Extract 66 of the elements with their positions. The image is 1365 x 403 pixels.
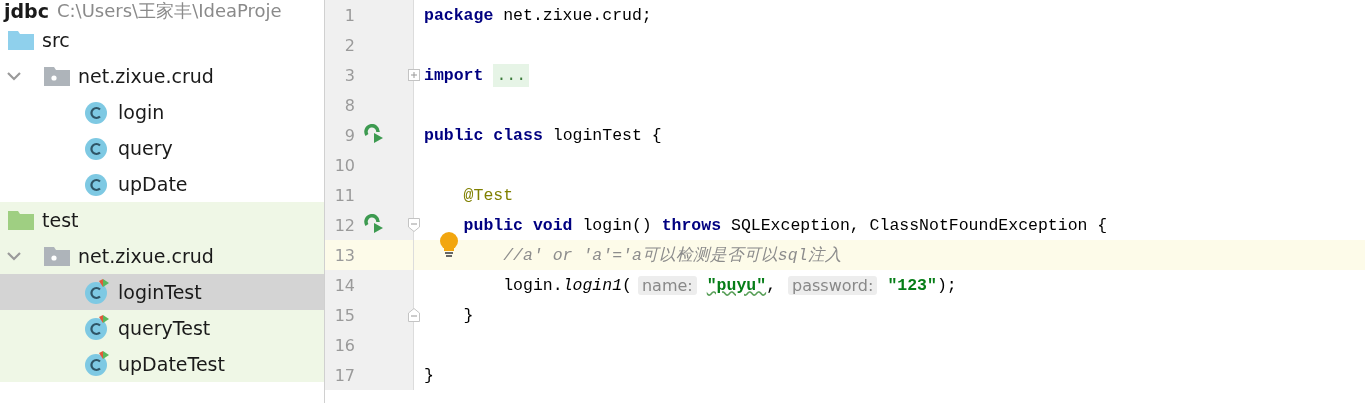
line-number: 17 xyxy=(333,365,355,385)
code-text: } xyxy=(424,365,434,385)
line-number: 15 xyxy=(333,305,355,325)
chevron-icon[interactable] xyxy=(6,70,22,82)
folder-icon xyxy=(8,30,34,50)
keyword: import xyxy=(424,65,484,85)
line-number: 16 xyxy=(333,335,355,355)
line-number: 2 xyxy=(343,35,355,55)
lightbulb-icon[interactable] xyxy=(438,231,460,257)
project-path: C:\Users\王家丰\IdeaProje xyxy=(57,0,282,23)
code-text: loginTest { xyxy=(551,125,662,145)
tree-item[interactable]: loginTest xyxy=(0,274,324,310)
code-text: ( xyxy=(622,275,632,295)
test-class-icon xyxy=(84,315,110,341)
code-text: login() xyxy=(581,215,653,235)
code-text: net.zixue.crud; xyxy=(502,5,652,25)
tree-item[interactable]: login xyxy=(0,94,324,130)
folder-icon xyxy=(8,210,34,230)
tree-item[interactable]: upDate xyxy=(0,166,324,202)
line-number: 9 xyxy=(343,125,355,145)
code-text: , xyxy=(766,275,777,295)
code-text: ); xyxy=(936,275,957,295)
parameter-hint: name: xyxy=(637,275,697,295)
class-icon xyxy=(84,135,110,161)
test-class-icon xyxy=(84,279,110,305)
chevron-icon[interactable] xyxy=(6,250,22,262)
project-name[interactable]: jdbc xyxy=(4,0,49,22)
test-class-icon xyxy=(84,351,110,377)
tree-item[interactable]: upDateTest xyxy=(0,346,324,382)
line-number: 13 xyxy=(333,245,355,265)
run-icon[interactable] xyxy=(363,124,385,146)
collapse-fold-icon[interactable] xyxy=(408,308,420,322)
expand-fold-icon[interactable] xyxy=(408,69,420,81)
tree-item[interactable]: query xyxy=(0,130,324,166)
line-number: 11 xyxy=(333,185,355,205)
code-comment: //a' or 'a'='a可以检测是否可以sql注入 xyxy=(502,245,842,266)
folded-code: ... xyxy=(493,63,530,87)
code-text: } xyxy=(462,305,474,325)
tree-item[interactable]: test xyxy=(0,202,324,238)
tree-item[interactable]: queryTest xyxy=(0,310,324,346)
keyword: throws xyxy=(661,215,722,235)
class-icon xyxy=(84,99,110,125)
line-number: 12 xyxy=(333,215,355,235)
line-number: 10 xyxy=(333,155,355,175)
package-icon xyxy=(44,66,70,86)
package-icon xyxy=(44,246,70,266)
line-number: 1 xyxy=(343,5,355,25)
code-text: login. xyxy=(502,275,563,295)
tree-item[interactable]: net.zixue.crud xyxy=(0,238,324,274)
line-number: 3 xyxy=(343,65,355,85)
string-literal: "puyu" xyxy=(706,275,767,295)
tree-item[interactable]: src xyxy=(0,22,324,58)
class-icon xyxy=(84,171,110,197)
line-number: 14 xyxy=(333,275,355,295)
parameter-hint: password: xyxy=(788,275,878,295)
string-literal: "123" xyxy=(887,275,937,295)
method-call: login1 xyxy=(562,275,623,295)
run-icon[interactable] xyxy=(363,214,385,236)
line-number: 8 xyxy=(343,95,355,115)
collapse-fold-icon[interactable] xyxy=(408,218,420,232)
keyword: public class xyxy=(424,125,543,145)
annotation: @Test xyxy=(462,185,514,205)
tree-item[interactable]: net.zixue.crud xyxy=(0,58,324,94)
code-text: SQLException, ClassNotFoundException { xyxy=(729,215,1108,235)
keyword: package xyxy=(424,5,494,25)
keyword: public void xyxy=(462,215,573,235)
